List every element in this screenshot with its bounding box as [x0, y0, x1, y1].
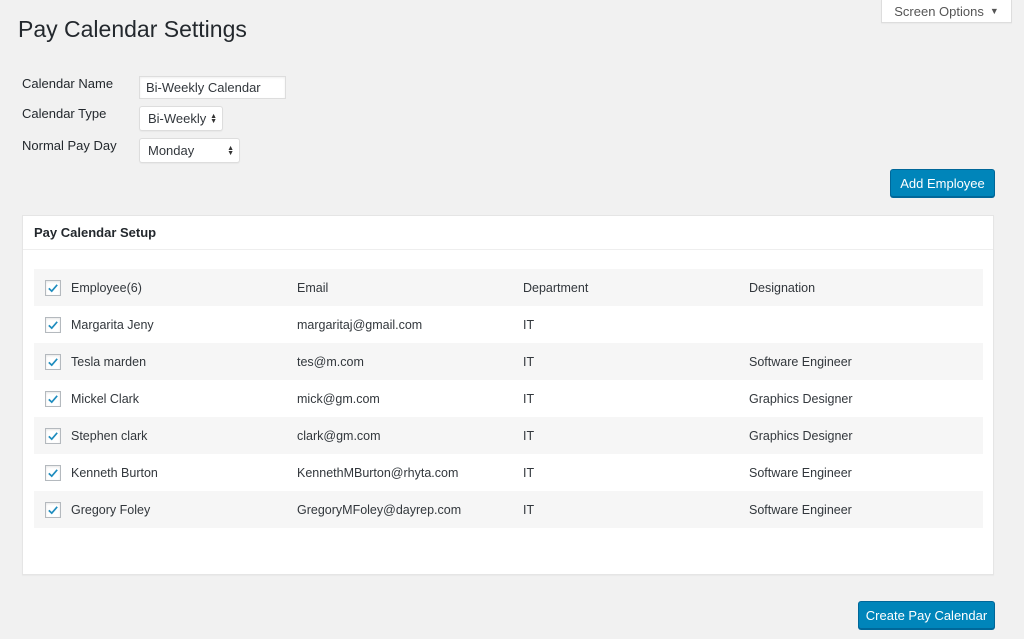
column-header-email: Email — [297, 280, 329, 295]
calendar-name-label: Calendar Name — [22, 76, 114, 91]
select-arrows-icon: ▲ ▼ — [227, 144, 234, 157]
employee-name: Tesla marden — [71, 354, 147, 369]
table-row: Tesla marden tes@m.com IT Software Engineer — [34, 343, 983, 380]
employee-email: margaritaj@gmail.com — [297, 317, 423, 332]
checkmark-icon — [47, 468, 58, 477]
select-all-checkbox[interactable] — [44, 279, 61, 296]
table-row: Margarita Jeny margaritaj@gmail.com IT — [34, 306, 983, 343]
column-header-employee: Employee(6) — [71, 280, 142, 295]
employee-name: Mickel Clark — [71, 391, 140, 406]
calendar-type-label: Calendar Type — [22, 106, 107, 121]
employee-department: IT — [523, 317, 535, 332]
employee-email: GregoryMFoley@dayrep.com — [297, 502, 462, 517]
column-header-department: Department — [523, 280, 589, 295]
screen-options-button[interactable]: Screen Options ▼ — [881, 0, 1012, 23]
employee-name: Kenneth Burton — [71, 465, 158, 480]
employee-designation: Software Engineer — [749, 465, 852, 480]
checkmark-icon — [47, 394, 58, 403]
normal-pay-day-select[interactable]: Monday ▲ ▼ — [139, 138, 240, 163]
employee-table: Employee(6) Email Department Designation… — [34, 269, 983, 528]
table-row: Kenneth Burton KennethMBurton@rhyta.com IT… — [34, 454, 983, 491]
table-row: Mickel Clark mick@gm.com IT Graphics Design… — [34, 380, 983, 417]
table-row: Stephen clark clark@gm.com IT Graphics Desi… — [34, 417, 983, 454]
row-checkbox[interactable] — [44, 316, 61, 333]
employee-name: Gregory Foley — [71, 502, 151, 517]
employee-email: clark@gm.com — [297, 428, 381, 443]
employee-designation: Graphics Designer — [749, 428, 853, 443]
panel-title: Pay Calendar Setup — [23, 216, 993, 250]
employee-email: tes@m.com — [297, 354, 364, 369]
employee-name: Stephen clark — [71, 428, 148, 443]
column-header-designation: Designation — [749, 280, 816, 295]
employee-department: IT — [523, 391, 535, 406]
select-arrows-icon: ▲ ▼ — [210, 112, 217, 125]
caret-down-icon: ▼ — [989, 6, 999, 16]
pay-calendar-setup-panel: Pay Calendar Setup Employee(6) Email Dep… — [22, 215, 994, 575]
normal-pay-day-value: Monday — [148, 143, 195, 158]
page-title: Pay Calendar Settings — [18, 16, 247, 42]
row-checkbox[interactable] — [44, 501, 61, 518]
employee-department: IT — [523, 354, 535, 369]
row-checkbox[interactable] — [44, 353, 61, 370]
employee-designation: Software Engineer — [749, 502, 852, 517]
employee-department: IT — [523, 502, 535, 517]
employee-email: KennethMBurton@rhyta.com — [297, 465, 459, 480]
employee-department: IT — [523, 465, 535, 480]
row-checkbox[interactable] — [44, 390, 61, 407]
table-header-row: Employee(6) Email Department Designation — [34, 269, 983, 306]
normal-pay-day-label: Normal Pay Day — [22, 138, 117, 153]
table-row: Gregory Foley GregoryMFoley@dayrep.com IT S… — [34, 491, 983, 528]
add-employee-button[interactable]: Add Employee — [890, 169, 995, 197]
row-checkbox[interactable] — [44, 427, 61, 444]
checkmark-icon — [47, 283, 58, 292]
employee-designation: Graphics Designer — [749, 391, 853, 406]
calendar-name-input[interactable] — [139, 76, 286, 99]
create-pay-calendar-button[interactable]: Create Pay Calendar — [858, 601, 995, 629]
employee-email: mick@gm.com — [297, 391, 380, 406]
checkmark-icon — [47, 505, 58, 514]
row-checkbox[interactable] — [44, 464, 61, 481]
employee-department: IT — [523, 428, 535, 443]
checkmark-icon — [47, 431, 58, 440]
employee-name: Margarita Jeny — [71, 317, 154, 332]
calendar-type-value: Bi-Weekly — [148, 111, 207, 126]
calendar-type-select[interactable]: Bi-Weekly ▲ ▼ — [139, 106, 223, 131]
screen-options-label: Screen Options — [894, 3, 984, 19]
checkmark-icon — [47, 320, 58, 329]
checkmark-icon — [47, 357, 58, 366]
employee-designation: Software Engineer — [749, 354, 852, 369]
